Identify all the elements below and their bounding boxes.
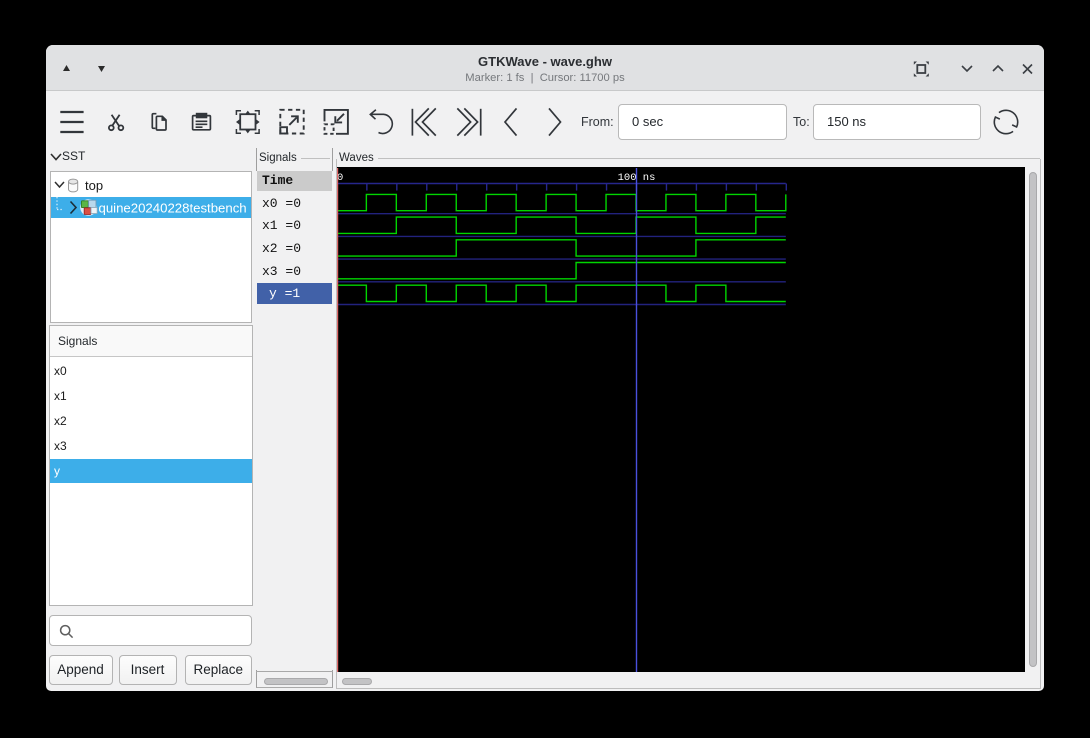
svg-text:top: top (85, 178, 103, 193)
svg-text:quine20240228testbench: quine20240228testbench (99, 201, 247, 216)
